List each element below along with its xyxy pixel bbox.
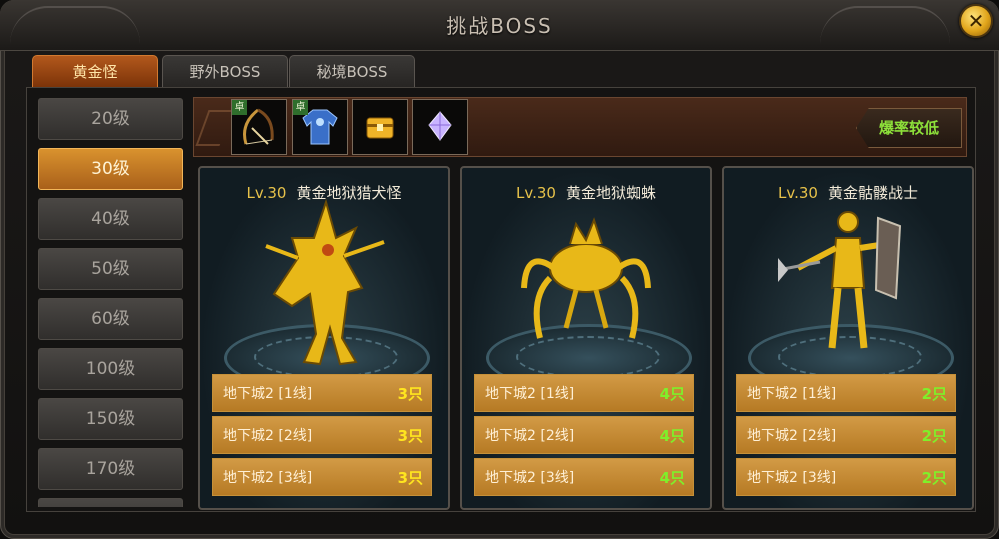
drop-rate-label: 爆率较低 (856, 108, 962, 148)
drop-slot-gem[interactable] (412, 99, 468, 155)
monster-count: 3只 (397, 427, 423, 445)
treasure-chest-icon (366, 117, 394, 139)
route-location: 地下城2 [3线] (485, 470, 575, 486)
tab-field-boss[interactable]: 野外BOSS (162, 55, 288, 88)
drop-items-bar: 卓 卓 爆率较低 (193, 97, 967, 157)
level-item-40[interactable]: 40级 (38, 198, 183, 240)
route-row[interactable]: 地下城2 [3线] 4只 (474, 458, 694, 496)
route-location: 地下城2 [3线] (747, 470, 837, 486)
monster-card-spider[interactable]: Lv.30 黄金地狱蜘蛛 地下城2 [1线] 4只 地下城2 [2线] 4只 地下城2… (460, 166, 712, 510)
route-location: 地下城2 [2线] (747, 428, 837, 444)
exquisite-badge: 卓 (232, 100, 247, 115)
level-item-100[interactable]: 100级 (38, 348, 183, 390)
route-row[interactable]: 地下城2 [1线] 2只 (736, 374, 956, 412)
monster-card-hellhound[interactable]: Lv.30 黄金地狱猎犬怪 地下城2 [1线] 3只 地下城2 [2线] 3只 地下城… (198, 166, 450, 510)
route-location: 地下城2 [3线] (223, 470, 313, 486)
route-row[interactable]: 地下城2 [3线] 2只 (736, 458, 956, 496)
level-item-20[interactable]: 20级 (38, 98, 183, 140)
route-row[interactable]: 地下城2 [1线] 3只 (212, 374, 432, 412)
route-row[interactable]: 地下城2 [1线] 4只 (474, 374, 694, 412)
drop-slot-armor[interactable]: 卓 (292, 99, 348, 155)
monster-count: 4只 (659, 427, 685, 445)
tab-golden-monster[interactable]: 黄金怪 (32, 55, 158, 88)
level-item-170[interactable]: 170级 (38, 448, 183, 490)
monster-count: 2只 (921, 469, 947, 487)
purple-gem-icon (428, 111, 452, 141)
drop-slot-crossbow[interactable]: 卓 (231, 99, 287, 155)
monster-count: 3只 (397, 385, 423, 403)
drop-bar-ornament (195, 110, 233, 146)
route-row[interactable]: 地下城2 [2线] 3只 (212, 416, 432, 454)
level-item-more[interactable] (38, 498, 183, 507)
route-location: 地下城2 [2线] (223, 428, 313, 444)
close-icon[interactable]: ✕ (959, 4, 993, 38)
monster-card-skeleton[interactable]: Lv.30 黄金骷髅战士 地下城2 [1线] 2只 地下城2 [2线] 2只 地下城2… (722, 166, 974, 510)
hellhound-monster-icon (265, 198, 385, 366)
level-item-150[interactable]: 150级 (38, 398, 183, 440)
level-item-50[interactable]: 50级 (38, 248, 183, 290)
drop-slot-chest[interactable] (352, 99, 408, 155)
monster-count: 2只 (921, 427, 947, 445)
route-row[interactable]: 地下城2 [2线] 4只 (474, 416, 694, 454)
level-item-60[interactable]: 60级 (38, 298, 183, 340)
route-location: 地下城2 [1线] (485, 386, 575, 402)
route-location: 地下城2 [1线] (223, 386, 313, 402)
window-title: 挑战BOSS (446, 14, 553, 38)
monster-count: 4只 (659, 469, 685, 487)
monster-count: 4只 (659, 385, 685, 403)
skeleton-warrior-icon (777, 211, 902, 349)
tab-secret-realm-boss[interactable]: 秘境BOSS (289, 55, 415, 88)
level-list[interactable]: 20级 30级 40级 50级 60级 100级 150级 170级 (38, 95, 183, 507)
route-location: 地下城2 [2线] (485, 428, 575, 444)
route-row[interactable]: 地下城2 [3线] 3只 (212, 458, 432, 496)
monster-count: 3只 (397, 469, 423, 487)
title-bar: 挑战BOSS (0, 0, 999, 51)
exquisite-badge: 卓 (293, 100, 308, 115)
route-location: 地下城2 [1线] (747, 386, 837, 402)
route-row[interactable]: 地下城2 [2线] 2只 (736, 416, 956, 454)
spider-monster-icon (521, 217, 651, 339)
level-item-30[interactable]: 30级 (38, 148, 183, 190)
monster-count: 2只 (921, 385, 947, 403)
